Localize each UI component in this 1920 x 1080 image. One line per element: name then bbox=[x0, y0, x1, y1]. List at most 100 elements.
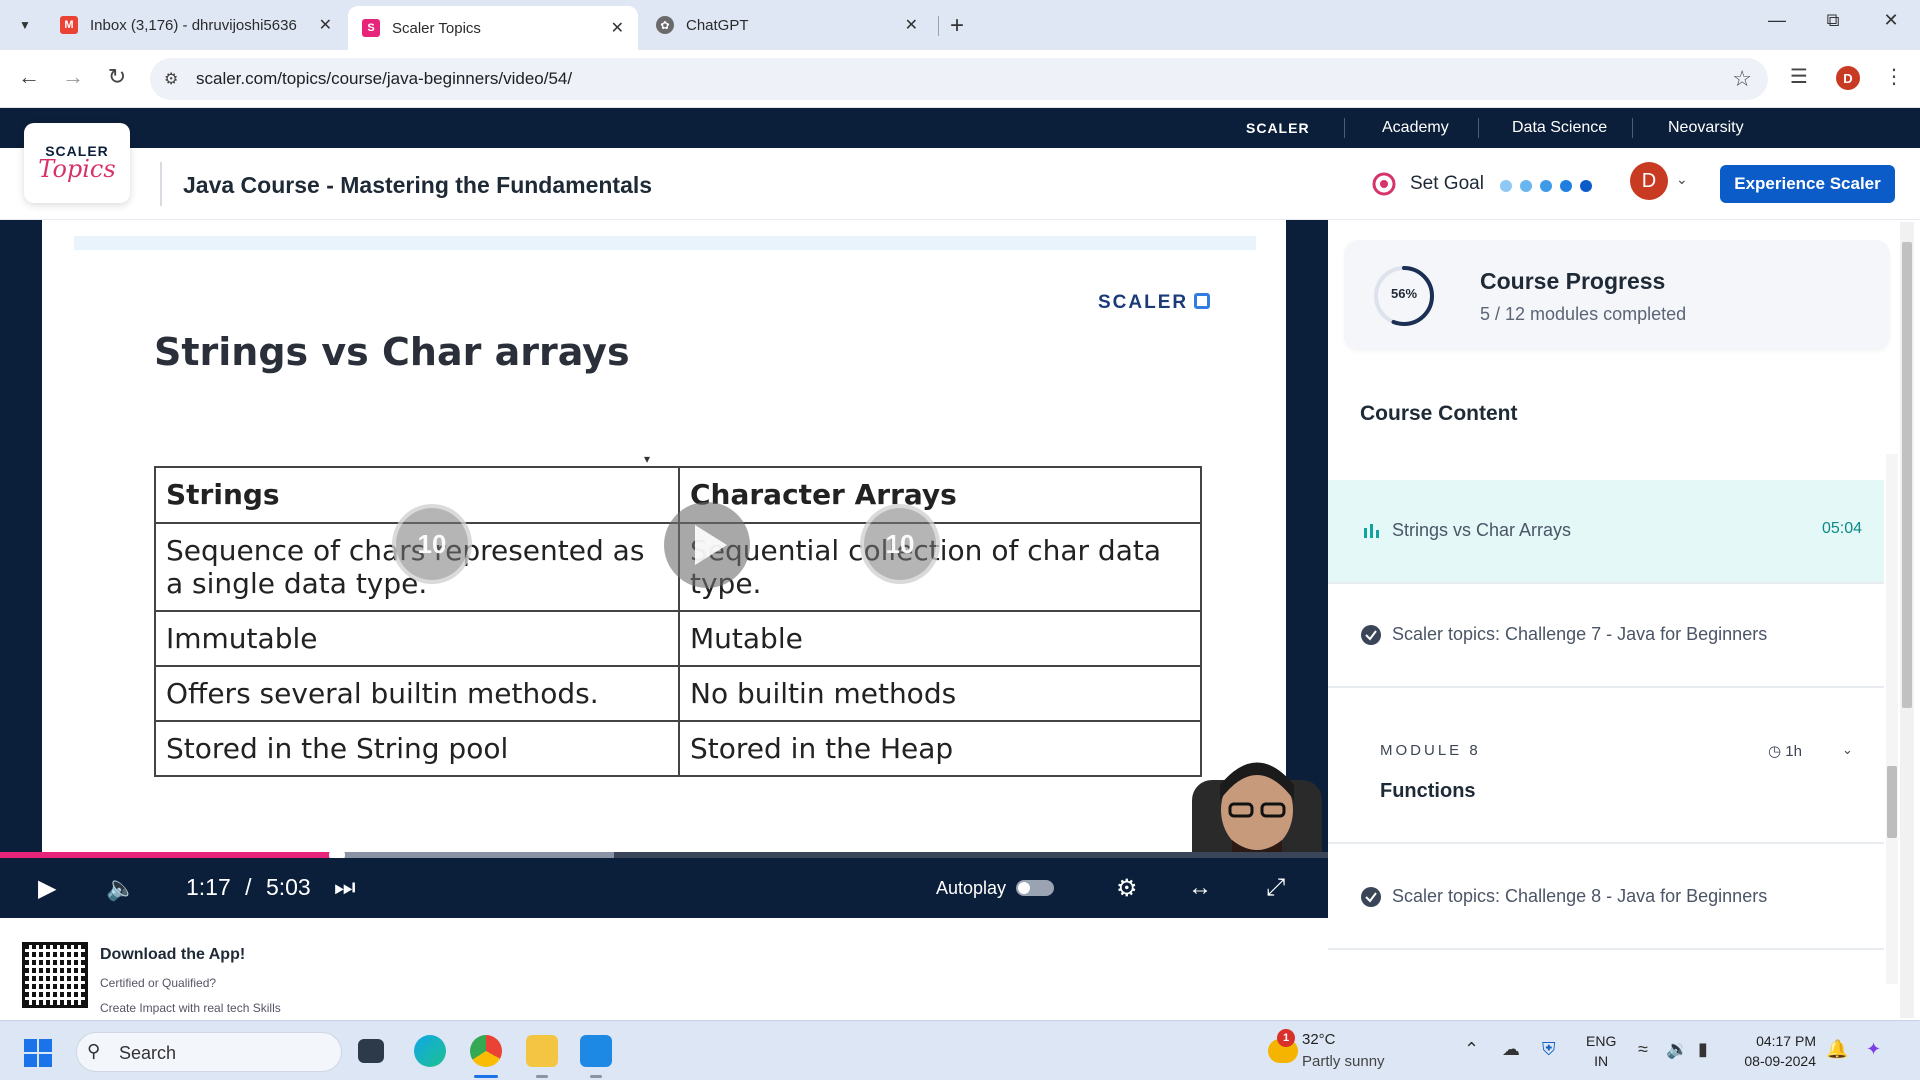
gmail-icon: M bbox=[60, 16, 78, 34]
page-scrollbar[interactable] bbox=[1900, 222, 1914, 1018]
restore-icon[interactable]: ⧉ bbox=[1818, 10, 1848, 31]
scaler-topics-logo[interactable]: SCALER Topics bbox=[24, 123, 130, 203]
divider bbox=[1632, 118, 1633, 138]
bookmark-star-icon[interactable]: ☆ bbox=[1732, 66, 1752, 92]
table-row: Offers several builtin methods. No built… bbox=[154, 665, 1202, 722]
new-tab-button[interactable]: + bbox=[950, 12, 964, 40]
taskbar-clock[interactable]: 04:17 PM 08-09-2024 bbox=[1736, 1031, 1816, 1071]
table-cell: Mutable bbox=[678, 610, 1202, 667]
vscode-icon[interactable] bbox=[580, 1035, 612, 1067]
close-icon[interactable]: ✕ bbox=[905, 15, 918, 35]
set-goal-label[interactable]: Set Goal bbox=[1410, 173, 1484, 195]
qr-code-icon bbox=[22, 942, 88, 1008]
play-icon[interactable]: ▶ bbox=[38, 874, 56, 903]
theater-mode-icon[interactable]: ↔ bbox=[1188, 874, 1212, 902]
next-video-icon[interactable]: ⏭ bbox=[334, 874, 356, 902]
search-placeholder: Search bbox=[119, 1043, 177, 1063]
rewind-10-button[interactable]: 10 bbox=[392, 504, 472, 584]
task-view-icon[interactable] bbox=[358, 1039, 384, 1063]
fullscreen-icon[interactable]: ⤢ bbox=[1266, 874, 1285, 902]
language-indicator[interactable]: ENG IN bbox=[1586, 1031, 1616, 1071]
tab-scaler-topics[interactable]: S Scaler Topics ✕ bbox=[348, 6, 638, 50]
weather-temp[interactable]: 32°C bbox=[1302, 1031, 1336, 1048]
site-header: SCALER Topics Java Course - Mastering th… bbox=[0, 123, 1920, 220]
list-item-label: Scaler topics: Challenge 8 - Java for Be… bbox=[1392, 886, 1768, 906]
forward-icon[interactable]: → bbox=[58, 64, 88, 90]
course-list-scrollbar[interactable] bbox=[1886, 454, 1898, 984]
module-kicker: MODULE 8 bbox=[1380, 742, 1481, 759]
window-close-icon[interactable]: ✕ bbox=[1876, 10, 1906, 31]
list-item-challenge-7[interactable]: Scaler topics: Challenge 7 - Java for Be… bbox=[1328, 584, 1884, 688]
slide-brand: SCALER bbox=[1098, 292, 1211, 314]
chevron-up-icon[interactable]: ⌃ bbox=[1464, 1039, 1479, 1060]
cloud-offline-icon[interactable]: ☁ bbox=[1502, 1039, 1520, 1060]
goal-dot bbox=[1560, 180, 1572, 192]
chevron-down-icon[interactable]: ⌄ bbox=[1842, 742, 1853, 758]
tab-search-dropdown[interactable]: ▼ bbox=[12, 12, 38, 38]
edge-icon[interactable] bbox=[414, 1035, 446, 1067]
settings-gear-icon[interactable]: ⚙ bbox=[1116, 874, 1138, 903]
autoplay-toggle[interactable] bbox=[1016, 880, 1054, 896]
back-icon[interactable]: ← bbox=[14, 64, 44, 90]
close-icon[interactable]: ✕ bbox=[611, 18, 624, 38]
list-item-challenge-8[interactable]: Scaler topics: Challenge 8 - Java for Be… bbox=[1328, 846, 1884, 950]
nav-link-academy[interactable]: Academy bbox=[1382, 119, 1449, 137]
clock-date: 08-09-2024 bbox=[1744, 1053, 1816, 1069]
experience-scaler-button[interactable]: Experience Scaler bbox=[1720, 165, 1895, 203]
notification-bell-icon[interactable]: 🔔 bbox=[1826, 1039, 1848, 1060]
module-card-8[interactable]: MODULE 8 Functions ◷ 1h ⌄ bbox=[1328, 714, 1884, 844]
site-info-icon[interactable]: ⚙ bbox=[164, 69, 178, 89]
scaler-brand-link[interactable]: SCALER bbox=[1246, 120, 1310, 136]
forward-10-button[interactable]: 10 bbox=[860, 504, 940, 584]
media-control-icon[interactable]: ☰ bbox=[1790, 64, 1808, 89]
active-app-indicator bbox=[474, 1075, 498, 1078]
minimize-icon[interactable]: — bbox=[1762, 10, 1792, 31]
clock-time: 04:17 PM bbox=[1756, 1033, 1816, 1049]
search-icon: ⚲ bbox=[87, 1041, 101, 1061]
tab-chatgpt[interactable]: ✿ ChatGPT ✕ bbox=[642, 6, 932, 44]
module-duration: ◷ 1h bbox=[1768, 742, 1802, 760]
list-item-duration: 05:04 bbox=[1821, 520, 1862, 537]
nav-link-data-science[interactable]: Data Science bbox=[1512, 119, 1607, 137]
battery-icon[interactable]: ▮ bbox=[1698, 1039, 1708, 1060]
chrome-icon[interactable] bbox=[470, 1035, 502, 1067]
url-text[interactable]: scaler.com/topics/course/java-beginners/… bbox=[196, 69, 572, 89]
tab-gmail[interactable]: M Inbox (3,176) - dhruvijoshi5636 ✕ bbox=[46, 6, 346, 44]
divider bbox=[160, 162, 162, 206]
list-item-strings-vs-char-arrays[interactable]: Strings vs Char Arrays 05:04 bbox=[1328, 480, 1884, 584]
chevron-down-icon[interactable]: ⌄ bbox=[1676, 171, 1688, 188]
course-content-title: Course Content bbox=[1360, 402, 1518, 425]
user-avatar[interactable]: D bbox=[1630, 162, 1668, 200]
play-icon bbox=[695, 525, 727, 565]
nav-link-neovarsity[interactable]: Neovarsity bbox=[1668, 119, 1744, 137]
taskbar-search[interactable]: ⚲ Search bbox=[76, 1032, 342, 1072]
goal-streak-dots bbox=[1500, 180, 1592, 192]
windows-start-icon[interactable] bbox=[24, 1039, 52, 1067]
reload-icon[interactable]: ↻ bbox=[102, 64, 132, 90]
volume-icon[interactable]: 🔈 bbox=[106, 874, 136, 903]
autoplay-label: Autoplay bbox=[936, 878, 1007, 898]
close-icon[interactable]: ✕ bbox=[319, 15, 332, 35]
file-explorer-icon[interactable] bbox=[526, 1035, 558, 1067]
wifi-icon[interactable]: ≈ bbox=[1638, 1039, 1648, 1060]
time-display: 1:17 / 5:03 bbox=[186, 874, 311, 901]
weather-desc[interactable]: Partly sunny bbox=[1302, 1053, 1385, 1070]
browser-profile-avatar[interactable]: D bbox=[1836, 66, 1860, 90]
speaker-icon[interactable]: 🔉 bbox=[1666, 1039, 1688, 1060]
security-shield-icon[interactable]: ⛨ bbox=[1542, 1039, 1556, 1060]
scrollbar-thumb[interactable] bbox=[1902, 242, 1912, 708]
browser-menu-icon[interactable]: ⋮ bbox=[1884, 64, 1904, 89]
download-title[interactable]: Download the App! bbox=[100, 946, 245, 964]
scrollbar-thumb[interactable] bbox=[1887, 766, 1897, 838]
progress-subtitle: 5 / 12 modules completed bbox=[1480, 304, 1687, 324]
download-line2: Create Impact with real tech Skills bbox=[100, 1001, 281, 1015]
copilot-icon[interactable]: ✦ bbox=[1866, 1039, 1881, 1060]
url-omnibox[interactable]: ⚙ scaler.com/topics/course/java-beginner… bbox=[150, 58, 1768, 100]
divider bbox=[1344, 118, 1345, 138]
slide-brand-text: SCALER bbox=[1098, 292, 1189, 313]
video-player[interactable]: SCALER Strings vs Char arrays ▾ Strings … bbox=[0, 220, 1328, 918]
logo-line2: Topics bbox=[38, 155, 116, 183]
center-play-button[interactable] bbox=[664, 502, 750, 588]
course-sidebar: 56% Course Progress 5 / 12 modules compl… bbox=[1328, 220, 1920, 1020]
target-icon[interactable] bbox=[1372, 172, 1396, 196]
